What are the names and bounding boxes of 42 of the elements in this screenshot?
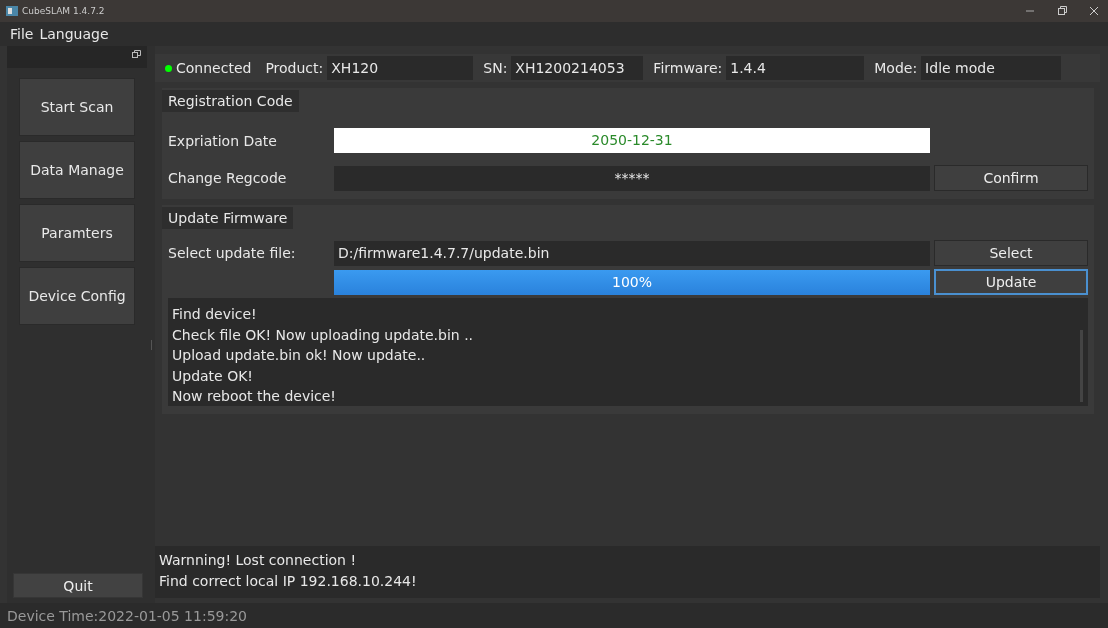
connection-status: Connected [176,60,252,76]
restore-icon[interactable] [1056,5,1068,17]
field-label: Expriation Date [167,132,278,149]
expiration-field[interactable]: 2050-12-31 [334,128,930,153]
info-value: 1.4.4 [726,56,865,80]
progress-reading: 100% [611,272,653,292]
group-title: Update Firmware [162,207,294,229]
info-value: XH120 [327,56,474,80]
info-label: SN: [483,60,508,76]
nav-button[interactable]: Device Config [19,267,135,325]
field-label: Change Regcode [167,170,288,186]
info-label: Firmware: [653,60,723,76]
window-title: CubeSLAM 1.4.7.2 [22,6,105,16]
log-line: Find device! [172,305,258,324]
log-line: Update OK! [172,366,254,386]
confirm-button[interactable]: Confirm [934,165,1088,191]
message-line: Warnning! Lost connection ! [159,551,358,570]
field-label: Select update file: [167,245,297,261]
device-time: Device Time:2022-01-05 11:59:20 [7,607,247,624]
float-icon[interactable] [132,50,141,58]
info-value: Idle mode [921,56,1062,80]
nav-button[interactable]: Data Manage [19,141,135,199]
message-line: Find correct local IP 192.168.10.244! [159,572,418,591]
regcode-field[interactable]: ***** [334,165,930,191]
info-label: Product: [265,60,324,76]
app-icon [6,6,18,16]
nav-button[interactable]: Start Scan [19,78,135,136]
group-title: Registration Code [162,90,299,112]
quit-button[interactable]: Quit [13,573,143,598]
menu-item[interactable]: Language [39,26,109,42]
info-label: Mode: [874,60,918,76]
log-line: Now reboot the device! [172,387,337,406]
splitter-handle[interactable] [150,339,152,350]
update-button[interactable]: Update [934,269,1088,295]
close-icon[interactable] [1088,5,1100,17]
nav-button[interactable]: Paramters [19,204,135,262]
log-line: Check file OK! Now uploading update.bin .. [172,325,475,345]
menu-item[interactable]: File [10,26,34,42]
select-button[interactable]: Select [934,240,1088,266]
file-path-field[interactable]: D:/firmware1.4.7.7/update.bin [334,240,930,266]
log-line: Upload update.bin ok! Now update.. [172,346,427,365]
info-value: XH1200214053 [511,56,644,80]
